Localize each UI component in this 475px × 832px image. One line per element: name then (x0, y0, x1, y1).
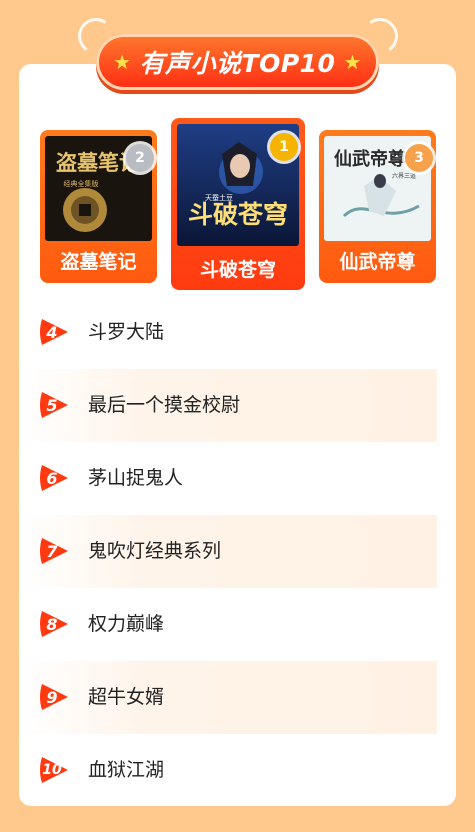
bronze-medal-icon: 3 (405, 144, 433, 172)
list-item-rank-9[interactable]: 9 超牛女婿 (19, 661, 437, 734)
rank-number: 9 (46, 687, 58, 707)
star-icon: ★ (113, 50, 132, 74)
cover-title-text: 仙武帝尊 (334, 148, 406, 170)
header-title-pill: ★ 有声小说TOP10 ★ (96, 34, 379, 90)
cover-subtitle-text: 天蚕土豆 (205, 193, 233, 202)
top3-title: 盗墓笔记 (60, 251, 137, 273)
top3-item-rank-1[interactable]: 斗破苍穹 天蚕土豆 1 斗破苍穹 (171, 118, 305, 290)
list-item-title: 血狱江湖 (88, 759, 165, 781)
cover-title-text: 斗破苍穹 (188, 200, 288, 229)
list-item-rank-7[interactable]: 7 鬼吹灯经典系列 (19, 515, 437, 588)
star-icon: ★ (343, 50, 362, 74)
top3-item-rank-2[interactable]: 盗墓笔记 经典全集版 2 盗墓笔记 (40, 130, 157, 283)
rank-number: 7 (46, 541, 58, 561)
rank-number: 6 (46, 468, 58, 488)
list-item-rank-5[interactable]: 5 最后一个摸金校尉 (19, 369, 437, 442)
list-item-title: 最后一个摸金校尉 (88, 394, 241, 416)
list-item-rank-8[interactable]: 8 权力巅峰 (19, 588, 437, 661)
list-item-rank-4[interactable]: 4 斗罗大陆 (19, 296, 437, 369)
list-item-title: 鬼吹灯经典系列 (88, 540, 222, 562)
rank-number: 5 (46, 395, 58, 415)
top3-item-rank-3[interactable]: 仙武帝尊 六界三道 3 仙武帝尊 (319, 130, 436, 283)
rank-number: 8 (46, 614, 58, 634)
cover-subtitle-text: 经典全集版 (64, 179, 99, 188)
gold-medal-icon: 1 (270, 133, 298, 161)
list-item-title: 权力巅峰 (88, 613, 165, 635)
top3-title: 仙武帝尊 (339, 251, 416, 273)
header-banner: ★ 有声小说TOP10 ★ (75, 15, 401, 98)
rank-number: 10 (42, 762, 62, 778)
rank-number: 4 (46, 322, 58, 342)
silver-medal-icon: 2 (126, 144, 154, 172)
list-item-rank-6[interactable]: 6 茅山捉鬼人 (19, 442, 437, 515)
list-item-title: 茅山捉鬼人 (88, 467, 184, 489)
cover-subtitle-text: 六界三道 (392, 172, 416, 180)
top3-title: 斗破苍穹 (199, 259, 276, 281)
list-item-title: 斗罗大陆 (88, 321, 165, 343)
list-item-title: 超牛女婿 (88, 686, 165, 708)
list-item-rank-10[interactable]: 10 血狱江湖 (19, 734, 437, 807)
page-title: 有声小说TOP10 (139, 49, 336, 78)
